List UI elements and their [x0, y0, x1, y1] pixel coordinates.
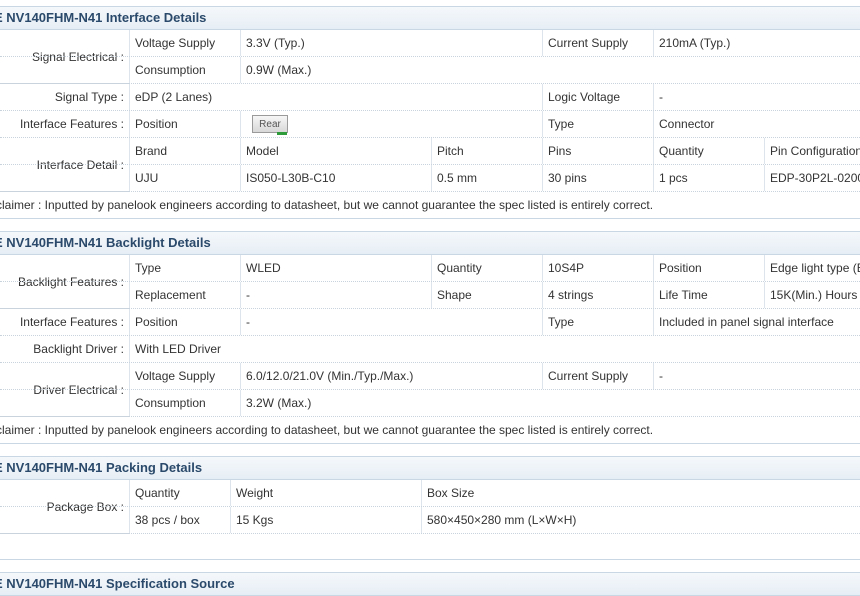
table-row: Interface Features : Position - Type Inc… [0, 309, 860, 336]
model-value: IS050-L30B-C10 [240, 165, 431, 191]
section-title: E NV140FHM-N41 Interface Details [0, 10, 207, 25]
quantity-value: 1 pcs [653, 165, 764, 191]
position-label: Position [129, 111, 240, 137]
pin-configuration-value: EDP-30P2L-0200 [764, 165, 860, 191]
position-value: - [240, 309, 542, 335]
box-size-value: 580×450×280 mm (L×W×H) [421, 507, 860, 533]
consumption-value: 0.9W (Max.) [240, 57, 860, 83]
quantity-label: Quantity [129, 480, 230, 506]
divider [0, 218, 860, 219]
packing-details-header: E NV140FHM-N41 Packing Details [0, 456, 860, 480]
interface-features-label: Interface Features : [19, 117, 124, 131]
quantity-label: Quantity [431, 255, 542, 281]
voltage-supply-value: 6.0/12.0/21.0V (Min./Typ./Max.) [240, 363, 542, 389]
section-title: E NV140FHM-N41 Packing Details [0, 460, 203, 475]
table-row: UJU IS050-L30B-C10 0.5 mm 30 pins 1 pcs … [0, 165, 860, 192]
disclaimer-text: sclaimer : Inputted by panelook engineer… [0, 423, 654, 437]
type-label: Type [542, 309, 653, 335]
model-header: Model [240, 138, 431, 164]
position-value: Edge light type (B [764, 255, 860, 281]
section-title: E NV140FHM-N41 Backlight Details [0, 235, 211, 250]
table-row: Type WLED Quantity 10S4P Position Edge l… [0, 255, 860, 282]
table-row: Consumption 0.9W (Max.) [0, 57, 860, 84]
interface-features-label: Interface Features : [19, 315, 124, 329]
current-supply-value: 210mA (Typ.) [653, 30, 860, 56]
voltage-supply-label: Voltage Supply [129, 363, 240, 389]
voltage-supply-label: Voltage Supply [129, 30, 240, 56]
type-value: WLED [240, 255, 431, 281]
consumption-value: 3.2W (Max.) [240, 390, 860, 416]
brand-value: UJU [129, 165, 240, 191]
voltage-supply-value: 3.3V (Typ.) [240, 30, 542, 56]
pins-header: Pins [542, 138, 653, 164]
table-row: Replacement - Shape 4 strings Life Time … [0, 282, 860, 309]
current-supply-label: Current Supply [542, 30, 653, 56]
table-row: Backlight Driver : With LED Driver [0, 336, 860, 363]
pin-configuration-header: Pin Configuration [764, 138, 860, 164]
table-row: Brand Model Pitch Pins Quantity Pin Conf… [0, 138, 860, 165]
shape-value: 4 strings [542, 282, 653, 308]
current-supply-label: Current Supply [542, 363, 653, 389]
type-label: Type [542, 111, 653, 137]
brand-header: Brand [129, 138, 240, 164]
replacement-value: - [240, 282, 431, 308]
pins-value: 30 pins [542, 165, 653, 191]
table-row: Interface Features : Position Type Conne… [0, 111, 860, 138]
quantity-value: 38 pcs / box [129, 507, 230, 533]
section-title: E NV140FHM-N41 Specification Source [0, 576, 235, 591]
logic-voltage-label: Logic Voltage [542, 84, 653, 110]
weight-label: Weight [230, 480, 421, 506]
signal-type-value: eDP (2 Lanes) [129, 84, 542, 110]
table-row: Signal Type : eDP (2 Lanes) Logic Voltag… [0, 84, 860, 111]
backlight-details-header: E NV140FHM-N41 Backlight Details [0, 231, 860, 255]
table-row: Voltage Supply 3.3V (Typ.) Current Suppl… [0, 30, 860, 57]
table-row: 38 pcs / box 15 Kgs 580×450×280 mm (L×W×… [0, 507, 860, 534]
replacement-label: Replacement [129, 282, 240, 308]
table-row: Quantity Weight Box Size [0, 480, 860, 507]
quantity-header: Quantity [653, 138, 764, 164]
backlight-driver-value: With LED Driver [129, 336, 860, 362]
position-label: Position [129, 309, 240, 335]
table-row: Consumption 3.2W (Max.) [0, 390, 860, 417]
life-time-value: 15K(Min.) Hours [764, 282, 860, 308]
disclaimer-text: sclaimer : Inputted by panelook engineer… [0, 198, 654, 212]
signal-type-label: Signal Type : [54, 90, 124, 104]
weight-value: 15 Kgs [230, 507, 421, 533]
divider [0, 443, 860, 444]
current-supply-value: - [653, 363, 860, 389]
shape-label: Shape [431, 282, 542, 308]
life-time-label: Life Time [653, 282, 764, 308]
box-size-label: Box Size [421, 480, 860, 506]
type-value: Connector [653, 111, 860, 137]
position-label: Position [653, 255, 764, 281]
type-value: Included in panel signal interface [653, 309, 860, 335]
specification-source-header: E NV140FHM-N41 Specification Source [0, 572, 860, 596]
pitch-value: 0.5 mm [431, 165, 542, 191]
logic-voltage-value: - [653, 84, 860, 110]
quantity-value: 10S4P [542, 255, 653, 281]
rear-position-button[interactable]: Rear [252, 115, 288, 135]
divider [0, 559, 860, 560]
table-row: Voltage Supply 6.0/12.0/21.0V (Min./Typ.… [0, 363, 860, 390]
consumption-label: Consumption [129, 57, 240, 83]
type-label: Type [129, 255, 240, 281]
interface-details-header: E NV140FHM-N41 Interface Details [0, 6, 860, 30]
pitch-header: Pitch [431, 138, 542, 164]
backlight-driver-label: Backlight Driver : [33, 342, 124, 356]
consumption-label: Consumption [129, 390, 240, 416]
